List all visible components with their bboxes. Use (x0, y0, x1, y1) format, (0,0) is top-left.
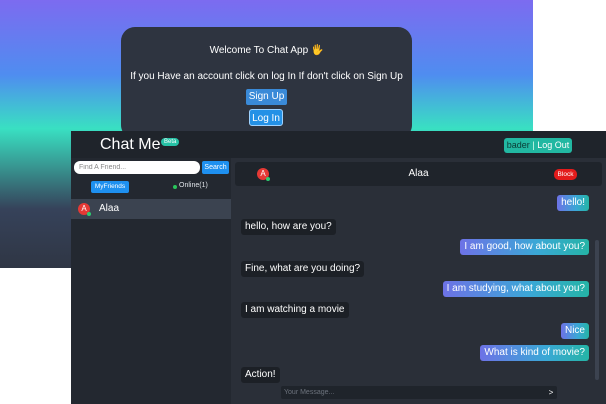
myfriends-button[interactable]: MyFriends (91, 181, 129, 193)
beta-badge: Beta (161, 138, 180, 146)
friends-sidebar: Search MyFriends Online(1) A Alaa (71, 158, 231, 404)
online-dot-icon (87, 212, 91, 216)
message-out: What is kind of movie? (480, 345, 589, 361)
block-button[interactable]: Block (554, 169, 577, 180)
conversation-name: Alaa (408, 168, 429, 179)
message-out: I am studying, what about you? (442, 281, 589, 297)
username-label: bader (506, 140, 530, 150)
search-button[interactable]: Search (202, 161, 229, 174)
message-in: Action! (241, 367, 280, 383)
scrollbar[interactable] (595, 240, 599, 380)
message-in: hello, how are you? (241, 219, 336, 235)
welcome-text: If you Have an account click on log In I… (130, 71, 403, 82)
login-button[interactable]: Log In (249, 109, 283, 126)
user-logout-badge: bader | Log Out (504, 138, 572, 153)
separator: | (532, 140, 535, 150)
message-in: Fine, what are you doing? (241, 261, 365, 277)
online-count: Online(1) (179, 182, 208, 189)
welcome-title: Welcome To Chat App 🖐 (209, 45, 324, 56)
friend-search-input[interactable] (74, 161, 200, 174)
friend-list-item[interactable]: A Alaa (71, 199, 231, 219)
message-in: I am watching a movie (241, 302, 349, 318)
message-out: Nice (560, 323, 589, 339)
message-out: hello! (557, 195, 589, 211)
friend-name: Alaa (99, 203, 120, 214)
online-dot-icon (173, 185, 177, 189)
chat-window: Chat Me Beta bader | Log Out Search MyFr… (71, 131, 606, 404)
brand-title: Chat Me (100, 136, 161, 153)
message-out: I am good, how about you? (460, 239, 589, 255)
send-button[interactable]: > (545, 386, 557, 399)
conversation-header: A Alaa Block (235, 162, 602, 186)
top-bar: Chat Me Beta bader | Log Out (71, 131, 606, 158)
message-list: hello! hello, how are you? I am good, ho… (235, 186, 606, 384)
logout-button[interactable]: Log Out (537, 140, 569, 150)
message-input[interactable] (281, 386, 557, 399)
signup-button[interactable]: Sign Up (246, 89, 287, 105)
